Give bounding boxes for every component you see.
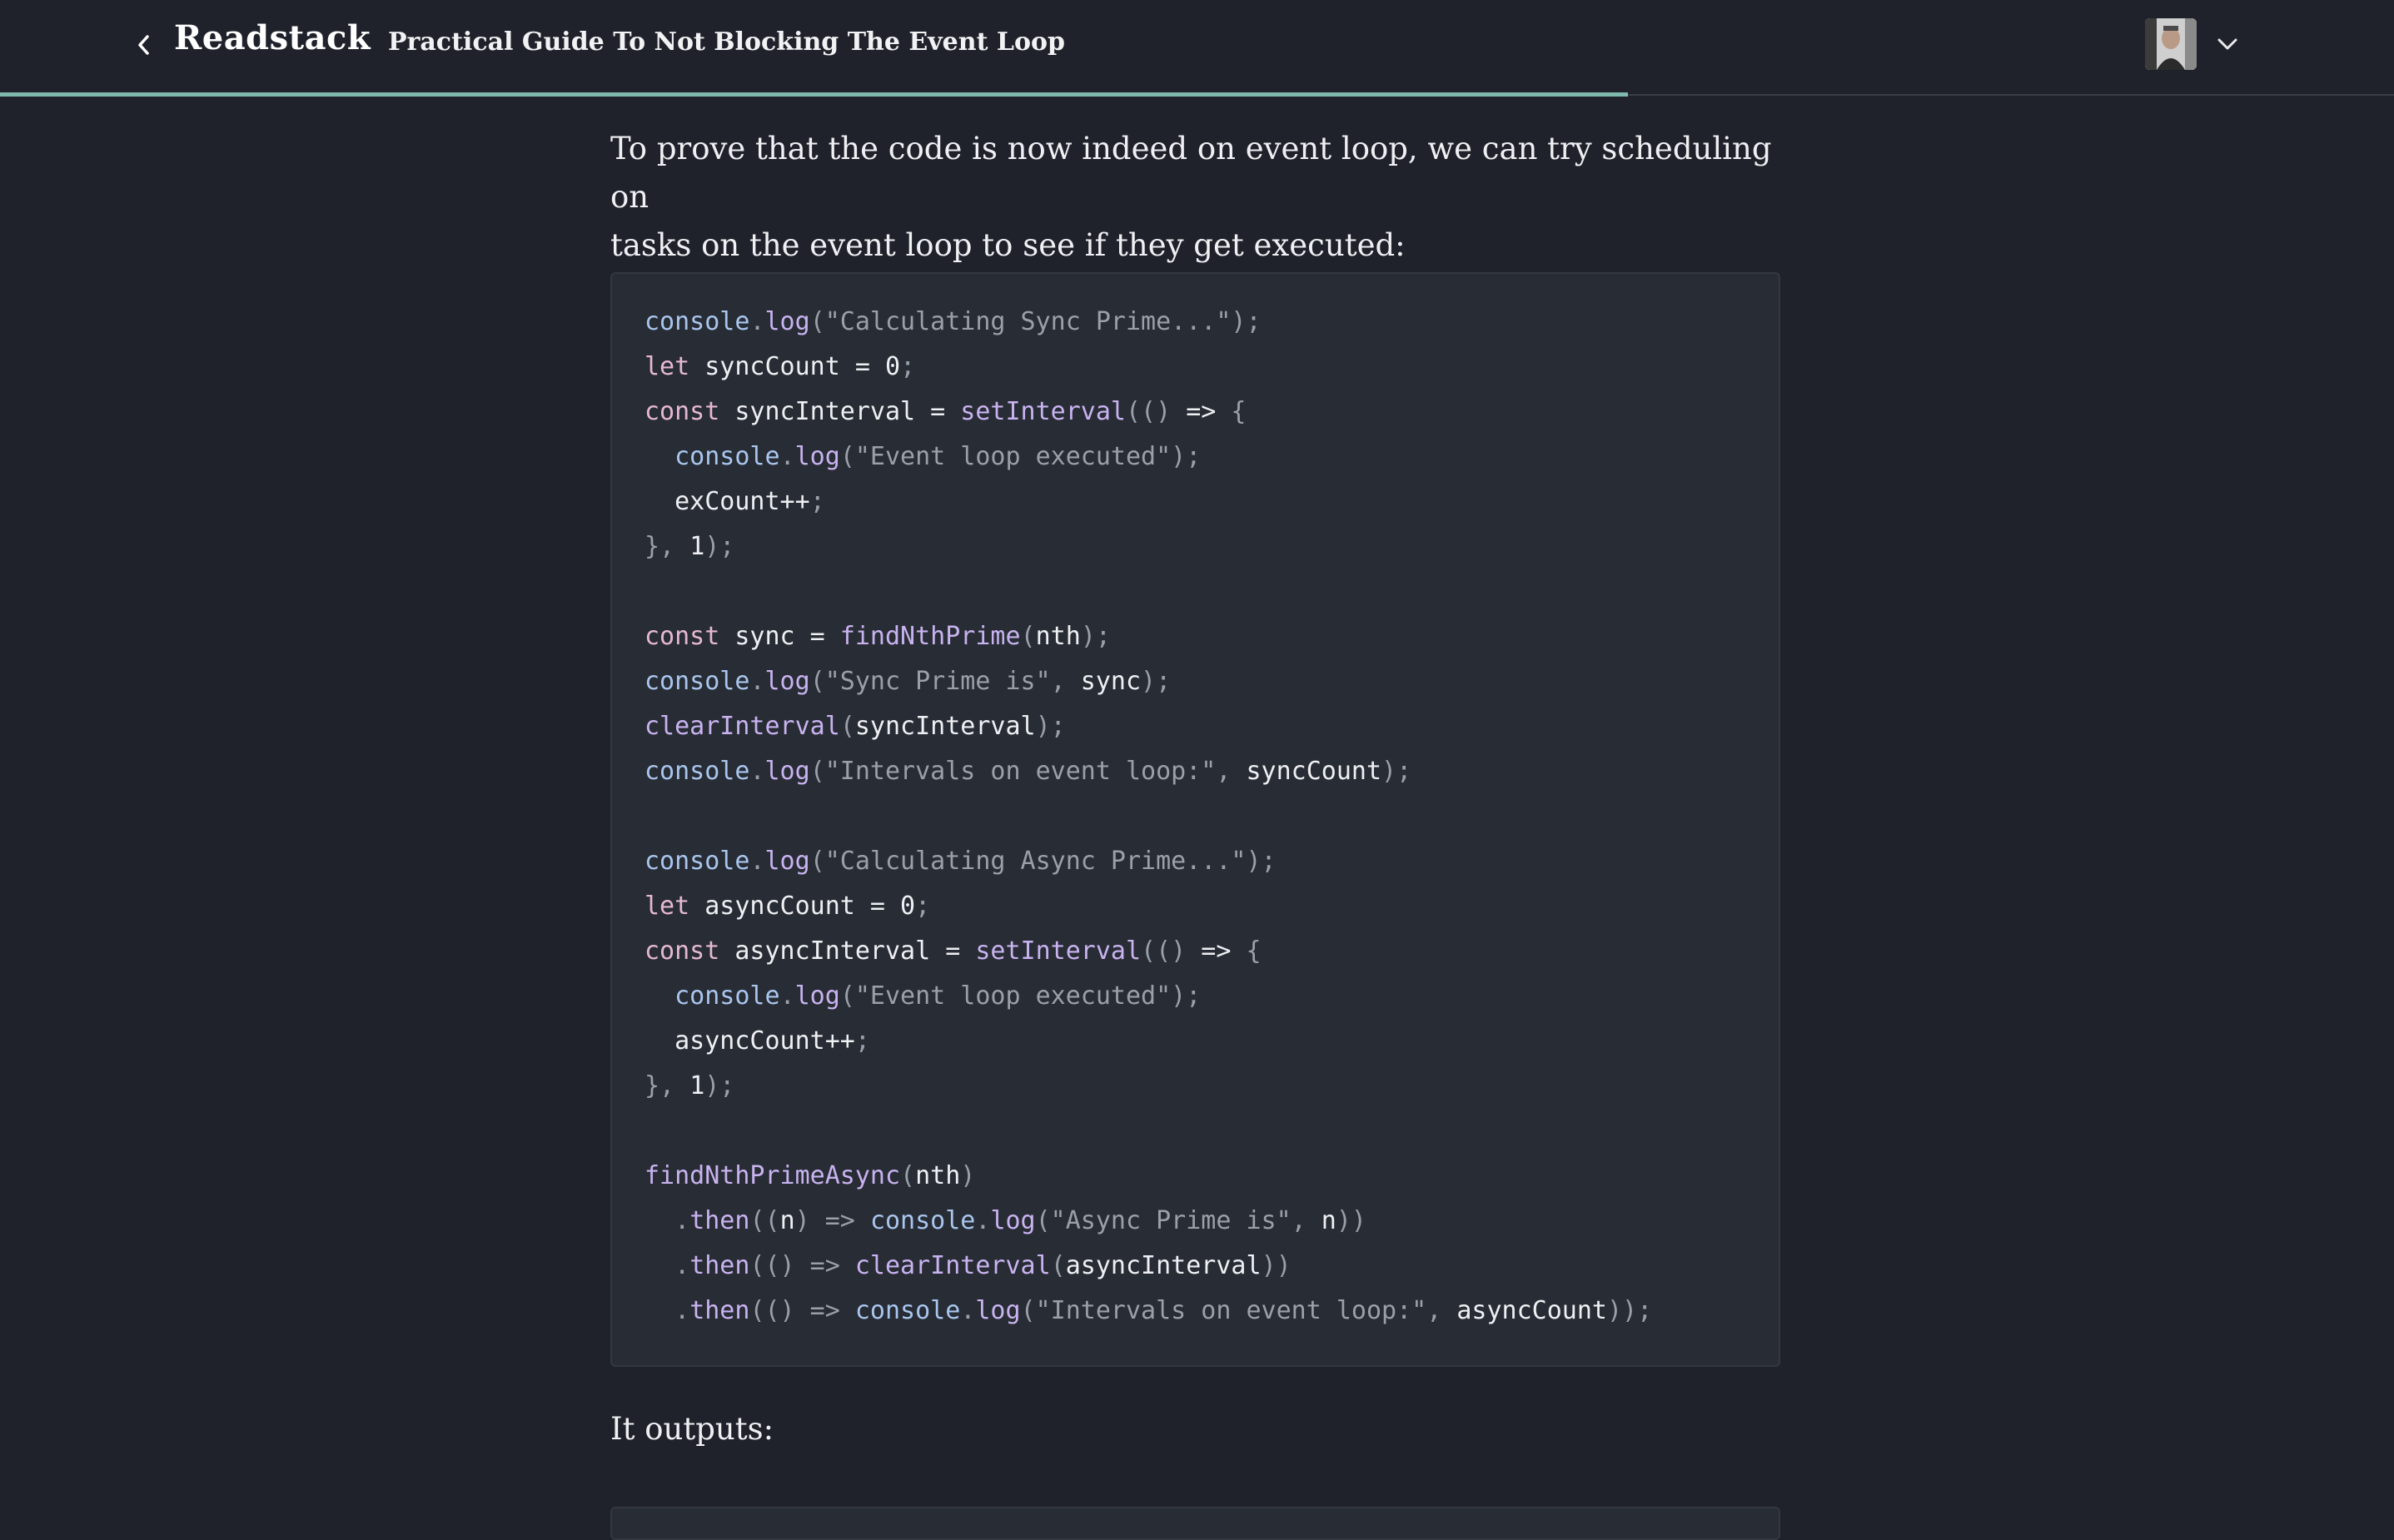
avatar-photo — [2145, 18, 2197, 70]
chevron-left-icon — [138, 35, 149, 55]
output-code-block — [610, 1507, 1780, 1540]
brand-logo[interactable]: Readstack — [174, 18, 371, 57]
code-line: }, 1); — [645, 1071, 735, 1100]
code-block: console.log("Calculating Sync Prime...")… — [610, 272, 1780, 1367]
account-menu-toggle[interactable] — [2213, 30, 2242, 58]
code-line: console.log("Intervals on event loop:", … — [645, 757, 1412, 786]
intro-line-2: tasks on the event loop to see if they g… — [610, 227, 1406, 263]
code-line: exCount++; — [645, 487, 825, 516]
code-content: console.log("Calculating Sync Prime...")… — [645, 300, 1652, 1334]
code-line: const sync = findNthPrime(nth); — [645, 622, 1111, 651]
back-button[interactable] — [130, 28, 158, 62]
code-line: console.log("Event loop executed"); — [645, 442, 1202, 471]
code-line: .then(() => clearInterval(asyncInterval)… — [645, 1251, 1292, 1280]
top-bar: Readstack Practical Guide To Not Blockin… — [0, 0, 2394, 96]
code-line: console.log("Calculating Async Prime..."… — [645, 847, 1277, 876]
code-line: let asyncCount = 0; — [645, 892, 931, 921]
intro-line-1: To prove that the code is now indeed on … — [610, 131, 1772, 215]
code-line: const asyncInterval = setInterval(() => … — [645, 936, 1262, 966]
reading-progress-bar — [0, 92, 1628, 97]
outputs-label: It outputs: — [610, 1411, 774, 1447]
article-intro: To prove that the code is now indeed on … — [610, 125, 1784, 270]
code-line: console.log("Calculating Sync Prime...")… — [645, 307, 1262, 336]
code-line: const syncInterval = setInterval(() => { — [645, 397, 1247, 426]
code-line: }, 1); — [645, 532, 735, 561]
code-line: asyncCount++; — [645, 1026, 870, 1056]
code-line: console.log("Sync Prime is", sync); — [645, 667, 1172, 696]
code-line: console.log("Event loop executed"); — [645, 981, 1202, 1011]
code-line: findNthPrimeAsync(nth) — [645, 1161, 976, 1190]
code-line: .then(() => console.log("Intervals on ev… — [645, 1296, 1653, 1325]
document-title: Practical Guide To Not Blocking The Even… — [388, 27, 1065, 57]
code-line: let syncCount = 0; — [645, 352, 916, 381]
chevron-down-icon — [2217, 38, 2237, 50]
code-line: .then((n) => console.log("Async Prime is… — [645, 1206, 1366, 1235]
user-avatar[interactable] — [2145, 18, 2197, 70]
code-line: clearInterval(syncInterval); — [645, 712, 1066, 741]
